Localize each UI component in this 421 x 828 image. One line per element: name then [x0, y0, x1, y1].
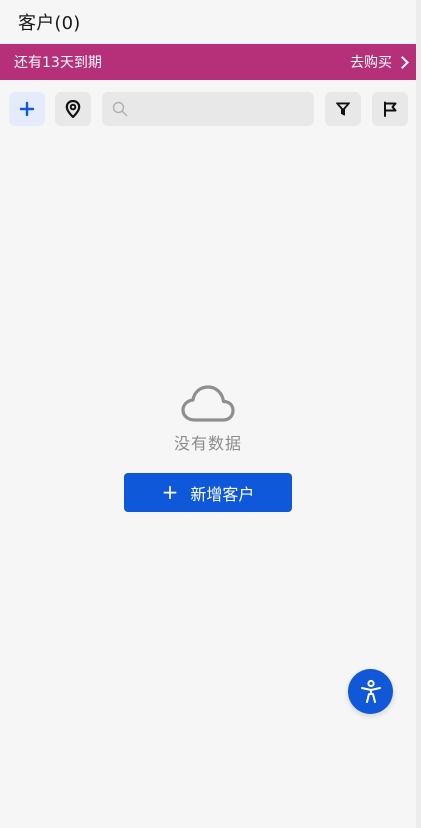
add-customer-button[interactable]: + 新增客户	[124, 473, 292, 512]
search-input[interactable]	[136, 100, 310, 118]
expiry-banner: 还有13天到期 去购买	[0, 44, 421, 80]
add-customer-icon-button[interactable]	[9, 92, 45, 126]
page-title: 客户(0)	[18, 13, 81, 34]
scrollbar-track	[416, 0, 421, 828]
plus-icon: +	[161, 479, 179, 504]
top-bar: 客户(0)	[0, 0, 421, 44]
buy-link-label: 去购买	[350, 55, 392, 71]
add-customer-label: 新增客户	[190, 484, 255, 504]
filter-button[interactable]	[325, 92, 361, 126]
chevron-right-icon	[396, 55, 409, 69]
accessibility-button[interactable]	[348, 669, 393, 714]
flag-icon	[384, 101, 397, 117]
location-pin-icon	[65, 100, 81, 118]
search-box[interactable]	[102, 92, 314, 126]
buy-link[interactable]: 去购买	[350, 52, 409, 72]
empty-message: 没有数据	[173, 434, 242, 453]
plus-icon	[19, 101, 35, 117]
app: 客户(0) 还有13天到期 去购买 没有数据 + 新增客户	[0, 0, 421, 828]
flag-button[interactable]	[372, 92, 408, 126]
filter-icon	[336, 102, 350, 116]
accessibility-icon	[360, 679, 381, 703]
empty-state: 没有数据 + 新增客户	[0, 382, 416, 512]
location-button[interactable]	[55, 92, 91, 126]
search-icon	[112, 101, 128, 117]
expiry-text: 还有13天到期	[14, 55, 102, 71]
cloud-icon	[181, 385, 235, 422]
toolbar	[0, 80, 421, 140]
